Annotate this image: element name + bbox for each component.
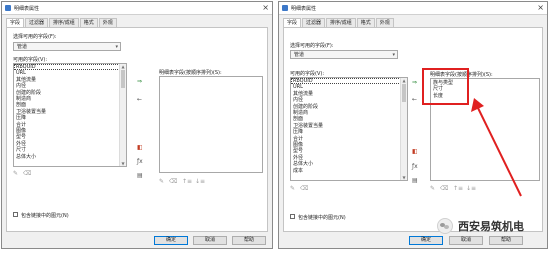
watermark-text: 西安易筑机电 [458,220,524,233]
wechat-logo-icon [437,218,453,234]
watermark: 西安易筑机电 [437,216,524,236]
